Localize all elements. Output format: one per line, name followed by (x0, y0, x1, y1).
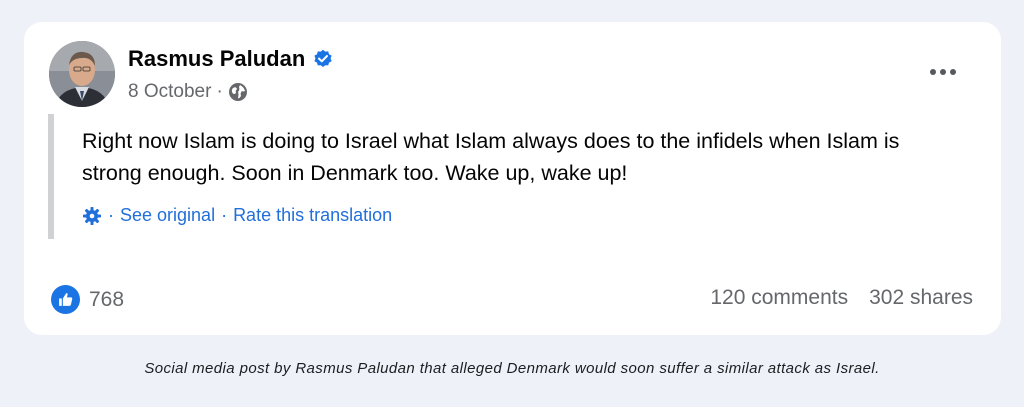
author-row: Rasmus Paludan (128, 46, 333, 72)
post-date[interactable]: 8 October (128, 81, 211, 103)
reactions-summary[interactable]: 768 (51, 285, 124, 314)
verified-badge-icon (313, 49, 333, 69)
gear-icon[interactable] (82, 206, 102, 226)
more-options-dot (930, 69, 936, 75)
rate-translation-link[interactable]: Rate this translation (233, 205, 392, 226)
engagement-stats: 120 comments 302 shares (710, 286, 973, 310)
more-options-dot (940, 69, 946, 75)
post-card: Rasmus Paludan 8 October · Right now Isl… (24, 22, 1001, 335)
post-meta: 8 October · (128, 81, 248, 103)
quote-bar (48, 114, 54, 239)
shares-count[interactable]: 302 shares (869, 286, 973, 310)
more-options-dot (950, 69, 956, 75)
translation-separator: · (221, 205, 228, 225)
see-original-link[interactable]: See original (120, 205, 215, 226)
avatar[interactable] (49, 41, 115, 107)
comments-count[interactable]: 120 comments (710, 286, 848, 310)
image-caption: Social media post by Rasmus Paludan that… (144, 360, 880, 377)
more-options-button[interactable] (926, 60, 960, 84)
translation-separator: · (108, 205, 114, 225)
translation-row: · See original · Rate this translation (82, 205, 392, 226)
meta-separator: · (216, 81, 223, 102)
globe-icon[interactable] (228, 82, 248, 102)
thumbs-up-icon (51, 285, 80, 314)
author-name[interactable]: Rasmus Paludan (128, 46, 305, 72)
reaction-count: 768 (89, 287, 125, 311)
post-text: Right now Islam is doing to Israel what … (82, 129, 900, 185)
